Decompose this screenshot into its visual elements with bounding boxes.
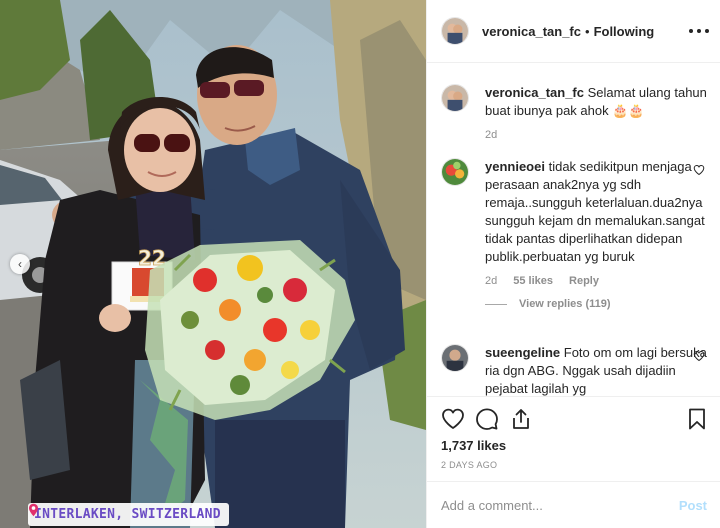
location-pin-icon — [29, 503, 38, 517]
post-actions-bar — [427, 396, 720, 440]
post-photo-illustration: 22 — [0, 0, 426, 528]
comment-like-heart-icon[interactable] — [693, 350, 705, 362]
view-replies-button[interactable]: View replies (119) — [485, 298, 707, 310]
post-photo[interactable]: 22 ‹ INTERLAKEN, SWITZERLAND — [0, 0, 426, 528]
comment-meta: 2d 55 likes Reply — [485, 275, 707, 287]
comment-composer: Post — [427, 481, 720, 528]
caption-comment: veronica_tan_fc Selamat ulang tahun buat… — [441, 84, 707, 141]
chevron-left-icon: ‹ — [18, 257, 22, 271]
view-replies-divider — [485, 303, 507, 305]
location-sticker: INTERLAKEN, SWITZERLAND — [28, 503, 229, 526]
following-button[interactable]: Following — [594, 24, 655, 39]
author-username-link[interactable]: veronica_tan_fc — [482, 24, 581, 39]
comment-body: yennieoei tidak sedikitpun menjaga peras… — [485, 158, 707, 266]
post-header: veronica_tan_fc • Following — [427, 0, 720, 63]
post-timestamp[interactable]: 2 DAYS AGO — [441, 460, 497, 470]
header-separator: • — [585, 23, 590, 39]
location-label: INTERLAKEN, SWITZERLAND — [34, 507, 221, 522]
comment-icon[interactable] — [475, 407, 499, 431]
comment-item: sueengeline Foto om om lagi bersuka ria … — [441, 344, 707, 396]
carousel-prev-button[interactable]: ‹ — [10, 254, 30, 274]
post-likes-count[interactable]: 1,737 likes — [441, 438, 506, 453]
view-replies-label: View replies (119) — [519, 298, 611, 310]
post-side-panel: veronica_tan_fc • Following veronica_tan… — [426, 0, 720, 528]
comment-age[interactable]: 2d — [485, 275, 497, 287]
comment-author-link[interactable]: yennieoei — [485, 159, 545, 174]
author-avatar[interactable] — [441, 17, 469, 45]
heart-icon[interactable] — [441, 407, 465, 431]
caption-meta: 2d — [485, 129, 707, 141]
comment-author-link[interactable]: sueengeline — [485, 345, 560, 360]
reply-button[interactable]: Reply — [569, 275, 599, 287]
bookmark-icon[interactable] — [685, 407, 709, 431]
cake-emoji: 🎂🎂 — [612, 103, 645, 118]
comment-body: sueengeline Foto om om lagi bersuka ria … — [485, 344, 707, 396]
commenter-avatar[interactable] — [441, 344, 469, 372]
comments-list[interactable]: veronica_tan_fc Selamat ulang tahun buat… — [427, 64, 720, 396]
post-comment-button[interactable]: Post — [679, 498, 707, 513]
comment-author-link[interactable]: veronica_tan_fc — [485, 85, 584, 100]
caption-author-avatar[interactable] — [441, 84, 469, 112]
share-icon[interactable] — [509, 407, 533, 431]
comment-text: tidak sedikitpun menjaga perasaan anak2n… — [485, 159, 705, 264]
more-options-icon[interactable] — [689, 22, 709, 40]
caption-text: veronica_tan_fc Selamat ulang tahun buat… — [485, 84, 707, 120]
commenter-avatar[interactable] — [441, 158, 469, 186]
add-comment-input[interactable] — [441, 497, 679, 513]
author-avatar-image — [442, 18, 468, 44]
comment-likes-count[interactable]: 55 likes — [513, 275, 553, 287]
comment-item: yennieoei tidak sedikitpun menjaga peras… — [441, 158, 707, 310]
comment-age[interactable]: 2d — [485, 129, 497, 141]
comment-like-heart-icon[interactable] — [693, 164, 705, 176]
